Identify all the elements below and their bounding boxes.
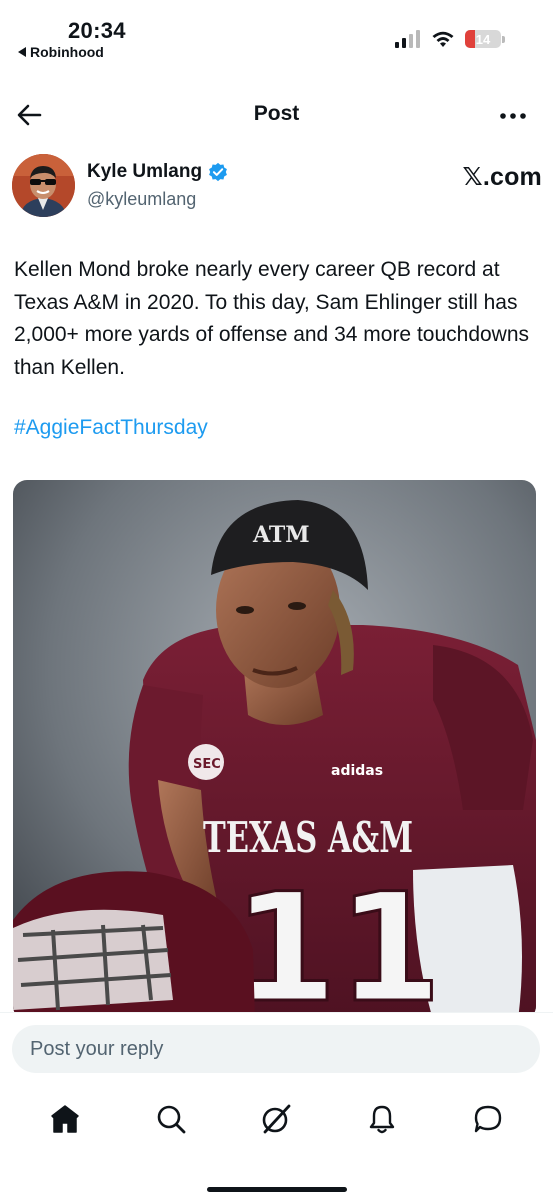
tab-search[interactable]: [143, 1091, 199, 1147]
tab-messages[interactable]: [460, 1091, 516, 1147]
jersey-number: 11: [233, 862, 442, 1020]
home-indicator[interactable]: [206, 1187, 347, 1192]
tweet-text: Kellen Mond broke nearly every career QB…: [14, 258, 530, 379]
author-handle[interactable]: @kyleumlang: [87, 189, 196, 210]
author-name-text: Kyle Umlang: [87, 161, 203, 182]
status-time: 20:34: [68, 18, 126, 43]
jersey-text: TEXAS A&M: [203, 813, 413, 862]
home-icon: [51, 1105, 79, 1133]
bottom-tab-bar: [0, 1084, 553, 1154]
battery-indicator: 14: [465, 30, 505, 48]
bell-icon: [370, 1105, 395, 1134]
adidas-logo-text: adidas: [331, 763, 383, 779]
sec-logo-text: SEC: [193, 757, 221, 772]
verified-badge-icon: [209, 162, 228, 182]
more-horizontal-icon[interactable]: [499, 106, 527, 126]
status-icons: 14: [395, 30, 505, 48]
x-com-watermark: 𝕏.com: [462, 163, 542, 191]
back-to-app-button[interactable]: Robinhood: [18, 44, 104, 60]
battery-tip: [502, 35, 505, 43]
post-header: Post: [0, 90, 553, 140]
back-app-label: Robinhood: [30, 44, 104, 60]
author-name[interactable]: Kyle Umlang: [87, 161, 228, 183]
status-bar: 20:34 Robinhood 14: [0, 0, 553, 70]
battery-fill: [465, 30, 476, 48]
author-row: Kyle Umlang @kyleumlang 𝕏.com: [12, 154, 542, 218]
tweet-media-image[interactable]: ATM SEC adidas TEXAS A&M 11: [13, 480, 536, 1020]
player-photo: ATM SEC adidas TEXAS A&M 11: [13, 480, 536, 1020]
avatar[interactable]: [12, 154, 75, 217]
tab-notifications[interactable]: [354, 1091, 410, 1147]
grok-icon: [263, 1104, 291, 1134]
wifi-icon: [432, 31, 454, 47]
chat-icon: [474, 1105, 502, 1133]
page-title: Post: [253, 102, 300, 125]
tab-grok[interactable]: [248, 1091, 304, 1147]
tab-home[interactable]: [37, 1091, 93, 1147]
battery-level: 14: [475, 31, 491, 47]
reply-input[interactable]: Post your reply: [12, 1025, 540, 1073]
hashtag-link[interactable]: #AggieFactThursday: [14, 416, 208, 440]
back-triangle-icon: [18, 47, 26, 57]
reply-area: Post your reply: [0, 1012, 553, 1084]
search-icon: [157, 1105, 186, 1134]
cellular-signal-icon: [395, 30, 420, 48]
avatar-image: [12, 154, 75, 217]
battery-icon: 14: [465, 30, 501, 48]
cap-logo-text: ATM: [252, 522, 310, 548]
